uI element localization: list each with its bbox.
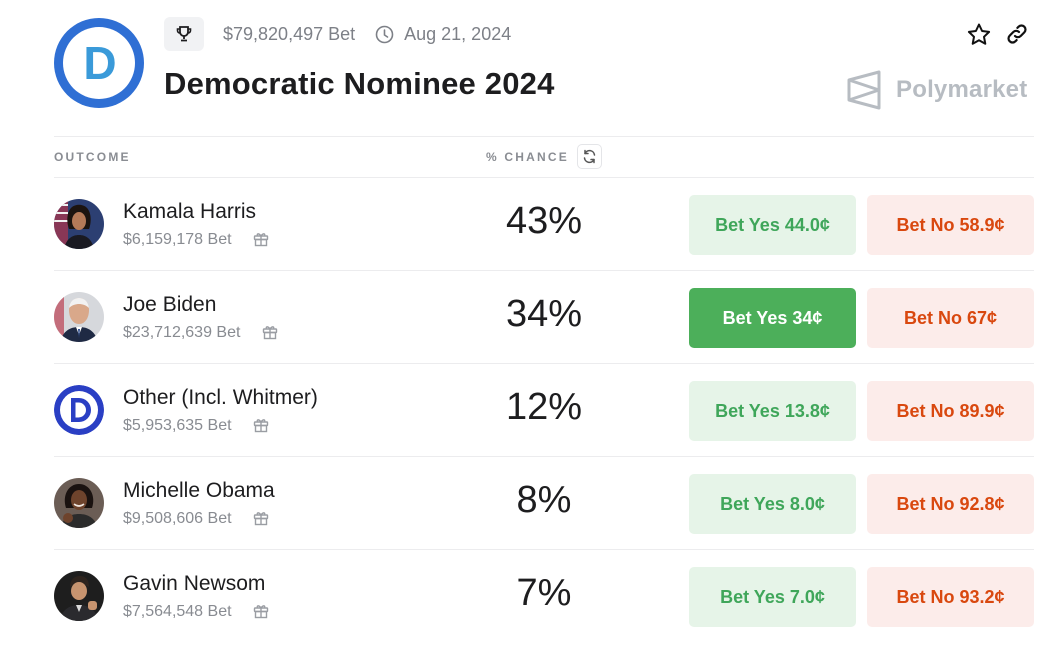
- gift-icon[interactable]: [252, 602, 270, 620]
- avatar: [54, 292, 104, 342]
- bet-yes-button[interactable]: Bet Yes 13.8¢: [689, 381, 856, 441]
- outcome-chance: 43%: [505, 200, 583, 242]
- trophy-icon: [164, 17, 204, 51]
- outcome-row[interactable]: Michelle Obama $9,508,606 Bet 8% Bet Yes…: [54, 457, 1034, 550]
- outcome-chance: 12%: [505, 386, 583, 428]
- outcome-row[interactable]: Joe Biden $23,712,639 Bet 34% Bet Yes 34…: [54, 271, 1034, 364]
- democratic-logo: D: [54, 18, 144, 108]
- outcome-chance: 8%: [516, 479, 572, 521]
- outcome-volume: $7,564,548 Bet: [123, 603, 232, 620]
- column-header-chance: % CHANCE: [486, 150, 569, 164]
- brand-name: Polymarket: [896, 76, 1028, 103]
- bet-no-button[interactable]: Bet No 67¢: [867, 288, 1034, 348]
- gift-icon[interactable]: [252, 509, 270, 527]
- page-title: Democratic Nominee 2024: [164, 66, 555, 101]
- refresh-icon: [583, 149, 596, 164]
- bet-no-button[interactable]: Bet No 58.9¢: [867, 195, 1034, 255]
- outcome-chance: 7%: [516, 572, 572, 614]
- outcome-name: Kamala Harris: [123, 200, 257, 223]
- polymarket-logo-icon: [847, 70, 881, 110]
- link-icon[interactable]: [1005, 22, 1029, 46]
- outcome-name: Joe Biden: [123, 293, 217, 316]
- bet-yes-button[interactable]: Bet Yes 7.0¢: [689, 567, 856, 627]
- outcome-volume: $23,712,639 Bet: [123, 324, 241, 341]
- bet-no-button[interactable]: Bet No 92.8¢: [867, 474, 1034, 534]
- market-meta: $79,820,497 Bet Aug 21, 2024: [164, 17, 511, 51]
- gift-icon[interactable]: [252, 230, 270, 248]
- outcome-row[interactable]: Gavin Newsom $7,564,548 Bet 7% Bet Yes 7…: [54, 550, 1034, 643]
- total-volume: $79,820,497 Bet: [223, 23, 356, 44]
- bet-yes-button[interactable]: Bet Yes 34¢: [689, 288, 856, 348]
- outcome-name: Other (Incl. Whitmer): [123, 386, 318, 409]
- democratic-logo: [54, 385, 104, 435]
- column-header-outcome: OUTCOME: [54, 150, 131, 164]
- avatar: [54, 385, 104, 435]
- outcome-volume: $5,953,635 Bet: [123, 417, 232, 434]
- bet-yes-button[interactable]: Bet Yes 8.0¢: [689, 474, 856, 534]
- outcome-row[interactable]: Other (Incl. Whitmer) $5,953,635 Bet 12%…: [54, 364, 1034, 457]
- gift-icon[interactable]: [261, 323, 279, 341]
- outcome-name: Gavin Newsom: [123, 572, 266, 595]
- avatar: [54, 199, 104, 249]
- bet-no-button[interactable]: Bet No 89.9¢: [867, 381, 1034, 441]
- outcome-chance: 34%: [505, 293, 583, 335]
- refresh-button[interactable]: [577, 144, 602, 169]
- avatar: [54, 571, 104, 621]
- outcome-volume: $6,159,178 Bet: [123, 231, 232, 248]
- outcome-volume: $9,508,606 Bet: [123, 510, 232, 527]
- end-date: Aug 21, 2024: [404, 23, 512, 44]
- bet-no-button[interactable]: Bet No 93.2¢: [867, 567, 1034, 627]
- outcome-row[interactable]: Kamala Harris $6,159,178 Bet 43% Bet Yes…: [54, 178, 1034, 271]
- polymarket-brand: Polymarket: [846, 70, 1027, 110]
- outcome-name: Michelle Obama: [123, 479, 275, 502]
- gift-icon[interactable]: [252, 416, 270, 434]
- clock-icon: [375, 25, 394, 44]
- svg-text:D: D: [83, 37, 116, 89]
- divider: [54, 136, 1034, 137]
- avatar: [54, 478, 104, 528]
- star-icon[interactable]: [966, 22, 992, 48]
- bet-yes-button[interactable]: Bet Yes 44.0¢: [689, 195, 856, 255]
- market-header: D $79,820,497 Bet Aug 21, 2024 Democrati…: [0, 0, 1053, 136]
